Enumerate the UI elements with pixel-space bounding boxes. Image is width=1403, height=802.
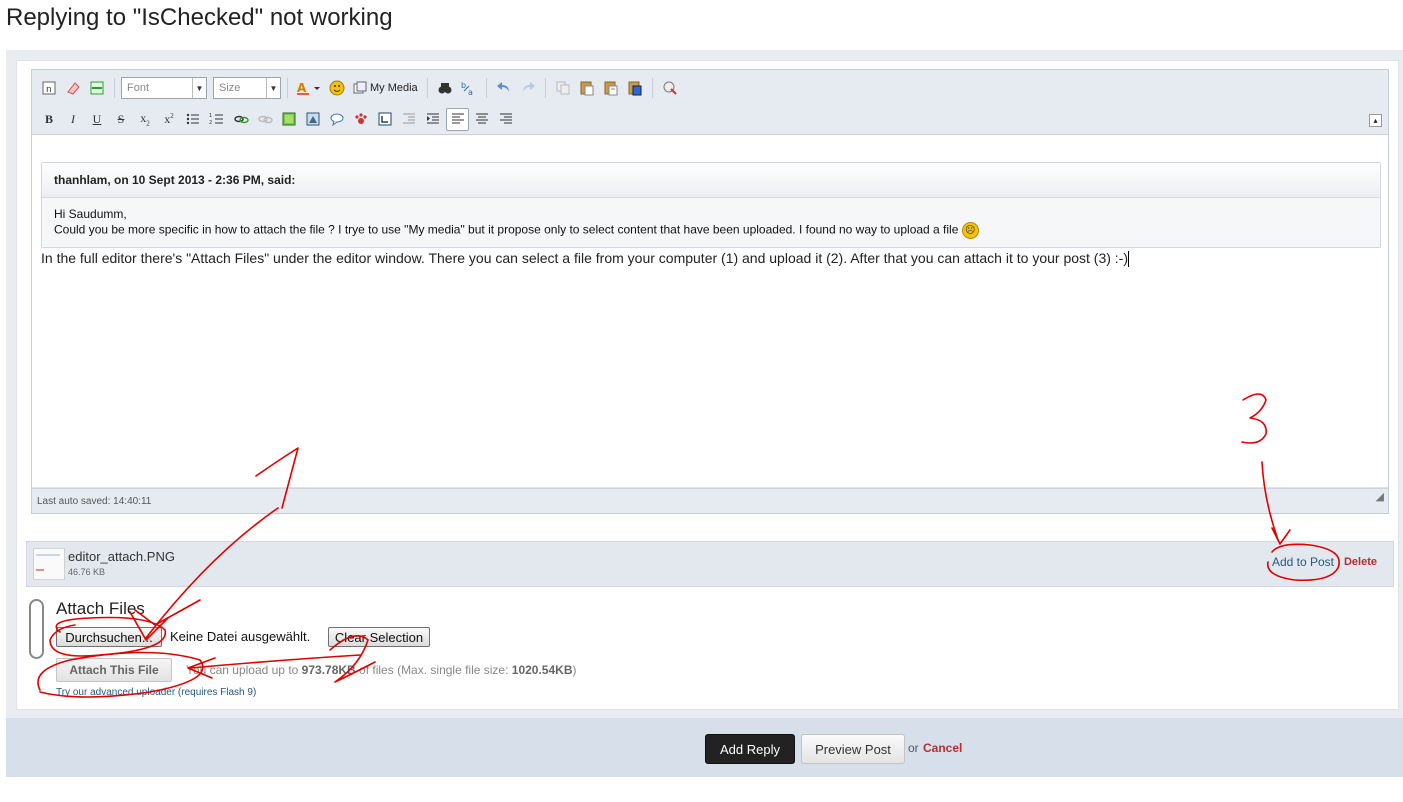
autosave-status: Last auto saved: 14:40:11 [37, 496, 152, 507]
toolbar-separator [544, 78, 546, 98]
form-footer: Add Reply Preview Post or Cancel [6, 718, 1403, 777]
resize-handle-icon[interactable]: ◢ [1376, 485, 1384, 510]
editor-status-bar: Last auto saved: 14:40:11 ◢ [32, 488, 1388, 513]
add-reply-button[interactable]: Add Reply [705, 734, 795, 764]
attach-this-file-button[interactable]: Attach This File [56, 658, 172, 682]
rich-text-editor: n Font ▼ Size ▼ A My Media ba B I U S x2… [31, 69, 1389, 514]
paw-icon[interactable] [350, 108, 372, 130]
paperclip-icon [29, 599, 44, 659]
undo-icon[interactable] [493, 77, 515, 99]
image-icon[interactable] [278, 108, 300, 130]
horizontal-rule-icon[interactable] [86, 77, 108, 99]
remove-format-icon[interactable] [62, 77, 84, 99]
media-icon [353, 81, 367, 94]
copy-icon[interactable] [552, 77, 574, 99]
toolbar-separator [426, 78, 428, 98]
size-select[interactable]: Size ▼ [213, 77, 281, 99]
chevron-down-icon: ▼ [266, 78, 280, 98]
svg-text:A: A [297, 81, 307, 95]
reply-form-container: n Font ▼ Size ▼ A My Media ba B I U S x2… [6, 50, 1403, 718]
attached-file-size: 46.76 KB [68, 567, 106, 577]
upload-quota-info: You can upload up to 973.78KB of files (… [186, 663, 577, 677]
bulleted-list-icon[interactable] [182, 108, 204, 130]
quote-citation: thanhlam, on 10 Sept 2013 - 2:36 PM, sai… [42, 163, 1380, 198]
toolbar-collapse-icon[interactable]: ▴ [1369, 114, 1382, 127]
emoticon-icon[interactable] [326, 77, 348, 99]
svg-text:2: 2 [209, 120, 212, 126]
redo-icon[interactable] [517, 77, 539, 99]
find-icon[interactable] [434, 77, 456, 99]
or-label: or [908, 741, 919, 755]
text-color-icon[interactable]: A [294, 77, 324, 99]
reply-form-panel: n Font ▼ Size ▼ A My Media ba B I U S x2… [16, 60, 1399, 710]
text-caret [1128, 251, 1130, 268]
bold-icon[interactable]: B [38, 108, 60, 130]
code-block-icon[interactable] [374, 108, 396, 130]
underline-icon[interactable]: U [86, 108, 108, 130]
reply-body-text: In the full editor there's "Attach Files… [41, 250, 1130, 268]
indent-icon[interactable] [422, 108, 444, 130]
clear-selection-button[interactable]: Clear Selection [328, 627, 430, 647]
toolbar-row-1: n Font ▼ Size ▼ A My Media ba [38, 74, 681, 102]
replace-icon[interactable]: ba [458, 77, 480, 99]
align-center-icon[interactable] [471, 108, 493, 130]
chevron-down-icon: ▼ [192, 78, 206, 98]
media-embed-icon[interactable] [302, 108, 324, 130]
cancel-link[interactable]: Cancel [923, 741, 962, 755]
speech-bubble-icon[interactable] [326, 108, 348, 130]
preview-post-button[interactable]: Preview Post [801, 734, 905, 764]
unlink-icon[interactable] [254, 108, 276, 130]
editor-toolbar: n Font ▼ Size ▼ A My Media ba B I U S x2… [32, 70, 1388, 135]
font-select[interactable]: Font ▼ [121, 77, 207, 99]
sad-emoticon-icon: ☹ [961, 222, 979, 239]
align-left-icon[interactable] [446, 107, 469, 131]
quote-line-1: Hi Saudumm, [54, 207, 127, 221]
toolbar-separator [114, 78, 115, 98]
quote-body: Hi Saudumm, Could you be more specific i… [42, 198, 1380, 247]
numbered-list-icon[interactable]: 12 [206, 108, 228, 130]
attach-files-section: Attach Files Durchsuchen... Keine Datei … [28, 595, 628, 715]
no-file-selected-label: Keine Datei ausgewählt. [170, 629, 311, 644]
attached-file-name: editor_attach.PNG [68, 549, 175, 564]
add-to-post-link[interactable]: Add to Post [1272, 555, 1334, 569]
paste-word-icon[interactable] [624, 77, 646, 99]
align-right-icon[interactable] [495, 108, 517, 130]
delete-attachment-link[interactable]: Delete [1344, 556, 1377, 568]
source-icon[interactable]: n [38, 77, 60, 99]
superscript-icon[interactable]: x2 [158, 108, 180, 130]
file-thumbnail [33, 548, 65, 580]
outdent-icon[interactable] [398, 108, 420, 130]
browse-button[interactable]: Durchsuchen... [56, 627, 162, 647]
strikethrough-icon[interactable]: S [110, 108, 132, 130]
paste-icon[interactable] [576, 77, 598, 99]
my-media-button[interactable]: My Media [350, 81, 421, 95]
quote-line-2: Could you be more specific in how to att… [54, 222, 1368, 239]
quote-block: thanhlam, on 10 Sept 2013 - 2:36 PM, sai… [41, 162, 1381, 248]
toolbar-separator [651, 78, 653, 98]
page-title: Replying to "IsChecked" not working [6, 4, 393, 31]
svg-text:b: b [461, 81, 466, 90]
toolbar-row-2: B I U S x2 x2 12 [38, 105, 517, 133]
svg-text:1: 1 [209, 113, 212, 119]
toolbar-separator [485, 78, 487, 98]
subscript-icon[interactable]: x2 [134, 108, 156, 130]
spellcheck-icon[interactable] [659, 77, 681, 99]
paste-text-icon[interactable] [600, 77, 622, 99]
attached-file-row: editor_attach.PNG 46.76 KB Add to Post D… [26, 541, 1394, 587]
svg-text:a: a [468, 88, 473, 96]
toolbar-separator [287, 78, 288, 98]
italic-icon[interactable]: I [62, 108, 84, 130]
editor-content-area[interactable]: thanhlam, on 10 Sept 2013 - 2:36 PM, sai… [32, 135, 1388, 487]
link-icon[interactable] [230, 108, 252, 130]
attach-files-title: Attach Files [56, 599, 145, 618]
svg-text:n: n [46, 85, 52, 95]
advanced-uploader-link[interactable]: Try our advanced uploader (requires Flas… [56, 687, 256, 698]
